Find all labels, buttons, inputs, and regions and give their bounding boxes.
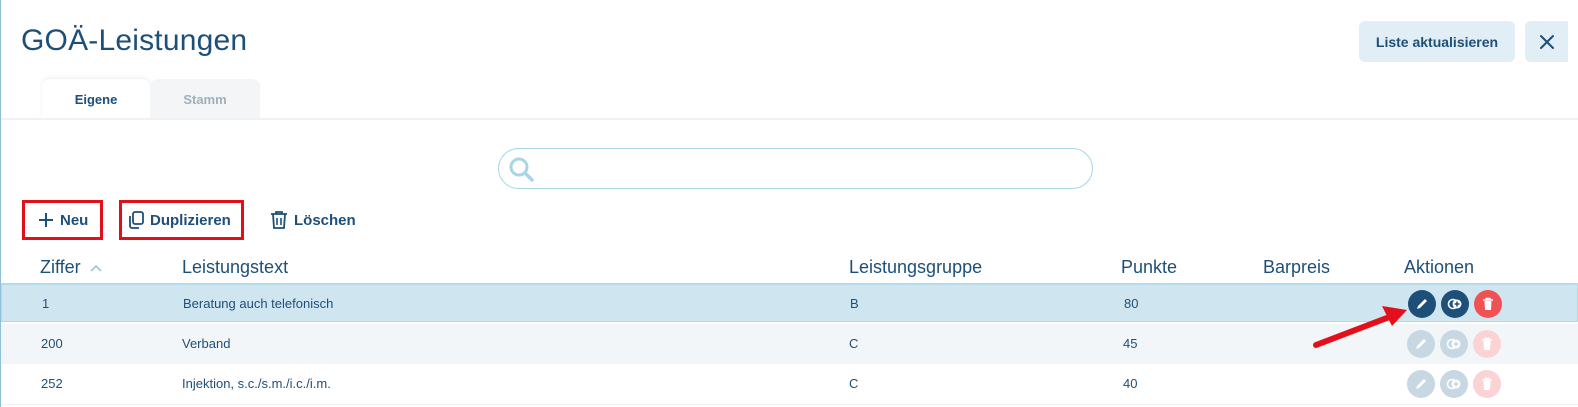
copy-plus-icon	[1447, 298, 1462, 310]
trash-icon	[1483, 297, 1493, 310]
duplicate-row-button[interactable]	[1440, 370, 1468, 398]
copy-plus-icon	[1446, 338, 1461, 350]
pencil-icon	[1416, 339, 1426, 349]
cell-ziffer: 1	[42, 296, 50, 311]
edit-button[interactable]	[1408, 290, 1436, 318]
close-icon	[1539, 34, 1554, 49]
plus-icon	[39, 213, 53, 227]
trash-icon	[1482, 377, 1492, 390]
search-box[interactable]	[498, 148, 1093, 189]
tab-bar: Eigene Stamm	[0, 79, 1578, 119]
tab-eigene[interactable]: Eigene	[42, 79, 150, 119]
duplicate-row-button[interactable]	[1440, 330, 1468, 358]
column-header-ziffer[interactable]: Ziffer	[40, 257, 102, 278]
page-title: GOÄ-Leistungen	[21, 24, 248, 57]
cell-ziffer: 252	[41, 376, 63, 391]
delete-button[interactable]: Löschen	[270, 200, 370, 240]
cell-leistungstext: Injektion, s.c./s.m./i.c./i.m.	[182, 376, 331, 391]
cell-punkte: 80	[1124, 296, 1139, 311]
pencil-icon	[1417, 299, 1427, 309]
refresh-list-button[interactable]: Liste aktualisieren	[1359, 21, 1515, 62]
annotation-arrow-icon	[1313, 306, 1407, 348]
cell-ziffer: 200	[41, 336, 63, 351]
column-header-punkte[interactable]: Punkte	[1121, 257, 1177, 278]
edit-button[interactable]	[1407, 330, 1435, 358]
new-button-label: Neu	[60, 211, 89, 229]
delete-row-button[interactable]	[1473, 330, 1501, 358]
cell-leistungstext: Verband	[182, 336, 231, 351]
cell-punkte: 45	[1123, 336, 1138, 351]
sort-ascending-icon	[90, 265, 102, 272]
close-button[interactable]	[1525, 21, 1568, 62]
trash-icon	[1482, 337, 1492, 350]
cell-leistungstext: Beratung auch telefonisch	[183, 296, 334, 311]
pencil-icon	[1416, 379, 1426, 389]
content-divider	[1, 118, 1578, 120]
copy-plus-icon	[1446, 378, 1461, 390]
duplicate-button-label: Duplizieren	[150, 211, 231, 229]
edit-button[interactable]	[1407, 370, 1435, 398]
column-header-aktionen: Aktionen	[1404, 257, 1475, 277]
column-header-label: Ziffer	[40, 257, 81, 277]
delete-button-label: Löschen	[294, 211, 356, 229]
cell-leistungsgruppe: C	[849, 376, 859, 391]
row-actions	[1407, 370, 1501, 398]
delete-row-button[interactable]	[1473, 370, 1501, 398]
row-actions	[1407, 330, 1501, 358]
trash-icon	[271, 211, 287, 229]
search-input[interactable]	[541, 155, 1085, 185]
table-row[interactable]: 252 Injektion, s.c./s.m./i.c./i.m. C 40	[1, 364, 1578, 405]
duplicate-button[interactable]: Duplizieren	[119, 200, 244, 240]
cell-leistungsgruppe: B	[850, 296, 859, 311]
delete-row-button[interactable]	[1474, 290, 1502, 318]
cell-punkte: 40	[1123, 376, 1138, 391]
copy-icon	[129, 211, 144, 229]
column-header-leistungstext[interactable]: Leistungstext	[182, 257, 288, 278]
row-actions	[1408, 290, 1502, 318]
duplicate-row-button[interactable]	[1441, 290, 1469, 318]
new-button[interactable]: Neu	[22, 200, 103, 240]
cell-leistungsgruppe: C	[849, 336, 859, 351]
tab-stamm[interactable]: Stamm	[150, 79, 260, 119]
column-header-barpreis[interactable]: Barpreis	[1263, 257, 1330, 278]
column-header-leistungsgruppe[interactable]: Leistungsgruppe	[849, 257, 982, 278]
search-icon	[509, 157, 534, 182]
